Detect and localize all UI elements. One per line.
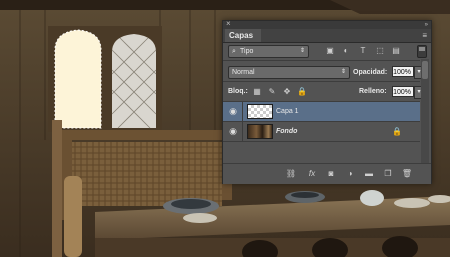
layer-style-icon[interactable]: fx: [306, 169, 318, 179]
layer-mask-icon[interactable]: ◙: [325, 169, 337, 179]
filter-toggle-knob: [419, 47, 425, 51]
tab-layers[interactable]: Capas: [225, 29, 262, 42]
divider: [242, 122, 243, 141]
chevron-updown-icon: ⇕: [299, 48, 305, 54]
panel-tabbar: Capas ≡: [223, 29, 431, 43]
filter-type-label: Tipo: [240, 48, 254, 55]
image-filter-icon[interactable]: ▣: [325, 46, 335, 56]
filter-toggle[interactable]: [417, 45, 427, 58]
new-layer-icon[interactable]: ❐: [382, 169, 394, 179]
lock-label: Bloq.:: [228, 88, 248, 95]
opacity-field[interactable]: 100%: [392, 66, 414, 77]
blend-mode-value: Normal: [232, 69, 255, 76]
layers-scrollbar[interactable]: [421, 59, 429, 173]
blend-mode-select[interactable]: Normal ⇕: [228, 66, 350, 79]
lock-pixels-icon[interactable]: ✎: [267, 87, 277, 97]
chevron-updown-icon: ⇕: [340, 69, 346, 75]
visibility-eye-icon[interactable]: ◉: [227, 106, 239, 117]
shape-filter-icon[interactable]: ⬚: [375, 46, 385, 56]
filter-type-select[interactable]: ⌕ Tipo ⇕: [228, 45, 309, 58]
layer-row-fondo[interactable]: ◉ Fondo 🔒: [223, 122, 420, 142]
layer-row-capa-1[interactable]: ◉ Capa 1: [223, 102, 420, 122]
panel-titlebar[interactable]: × »: [223, 19, 431, 29]
layer-thumbnail: [247, 104, 273, 119]
close-icon[interactable]: ×: [226, 19, 231, 29]
lock-icon: 🔒: [392, 127, 402, 136]
fill-field[interactable]: 100%: [392, 86, 414, 97]
adjustment-layer-icon[interactable]: ◑: [344, 169, 356, 179]
panel-menu-icon[interactable]: ≡: [422, 30, 427, 41]
type-filter-icon[interactable]: T: [358, 46, 368, 56]
layer-name[interactable]: Capa 1: [276, 102, 299, 121]
layers-panel: × » Capas ≡ ⌕ Tipo ⇕ ▣ ◐ T ⬚ ▤ Normal ⇕ …: [222, 19, 432, 184]
scrollbar-thumb[interactable]: [422, 61, 428, 79]
lock-position-icon[interactable]: ✥: [282, 87, 292, 97]
layer-thumbnail: [247, 124, 273, 139]
smart-object-filter-icon[interactable]: ▤: [391, 46, 401, 56]
layers-bottom-toolbar: ⛓ fx ◙ ◑ ▬ ❐ 🗑: [223, 163, 431, 184]
divider: [223, 60, 420, 61]
opacity-label: Opacidad:: [353, 69, 388, 76]
new-group-icon[interactable]: ▬: [363, 169, 375, 179]
trash-icon[interactable]: 🗑: [401, 169, 413, 179]
search-icon: ⌕: [232, 48, 236, 55]
lock-transparency-icon[interactable]: ▦: [252, 87, 262, 97]
visibility-eye-icon[interactable]: ◉: [227, 126, 239, 137]
adjustment-filter-icon[interactable]: ◐: [341, 46, 351, 56]
lock-all-icon[interactable]: 🔒: [297, 87, 307, 97]
divider: [223, 81, 420, 82]
divider: [242, 102, 243, 121]
layer-name[interactable]: Fondo: [276, 122, 297, 141]
fill-label: Relleno:: [359, 88, 387, 95]
link-layers-icon[interactable]: ⛓: [285, 169, 297, 179]
